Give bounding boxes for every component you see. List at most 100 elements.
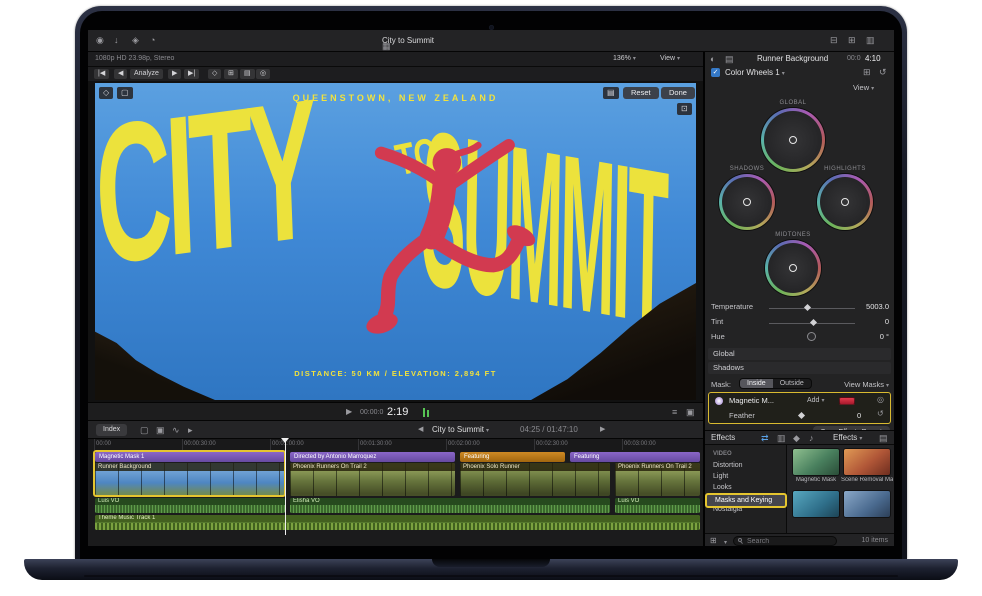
category-item[interactable]: Nostalgia xyxy=(705,504,787,515)
crop-tool-icon[interactable]: ⊞ xyxy=(224,69,238,79)
preset-icon[interactable]: ⊞ xyxy=(863,68,871,77)
expand-icon[interactable]: ⊡ xyxy=(677,103,692,115)
reset-effect-icon[interactable]: ↺ xyxy=(879,68,887,77)
clip-appearance-icon[interactable]: ▢ xyxy=(140,426,149,435)
audio-browser-icon[interactable]: ♪ xyxy=(809,434,814,443)
project-title-group[interactable]: ▦ City to Summit xyxy=(328,36,488,45)
connected-clip-magnetic-mask[interactable]: Magnetic Mask 1 xyxy=(95,452,285,462)
effect-enable-checkbox[interactable]: ✓ xyxy=(711,68,720,77)
append-clip-icon[interactable]: ◆ xyxy=(793,434,800,443)
next-project-icon[interactable]: ▶ xyxy=(600,426,605,433)
audio-clip[interactable]: Luis VO xyxy=(615,498,700,513)
title-clip[interactable]: Directed by Antonio Marroquez xyxy=(290,452,455,462)
tint-thumb[interactable] xyxy=(810,319,817,326)
timeline-project-menu[interactable]: City to Summit▾ xyxy=(432,425,489,434)
transform-tool-icon[interactable]: ▤ xyxy=(240,69,255,79)
mask-visibility-icon[interactable]: ◎ xyxy=(877,396,884,404)
timeline-ruler[interactable]: 00:00 00:00:30:00 00:01:00:00 00:01:30:0… xyxy=(88,438,703,450)
audio-clip[interactable]: Luis VO xyxy=(95,498,285,513)
viewer-tools-bar: |◀ ◀ Analyze ▶ ▶| ◇ ⊞ ▤ ◎ xyxy=(88,67,703,81)
clip-label: Luis VO xyxy=(95,498,285,505)
insert-clip-icon[interactable]: ▥ xyxy=(777,434,786,443)
play-button[interactable]: ▶ xyxy=(168,69,181,79)
color-inspector-icon[interactable]: ◐ xyxy=(710,55,715,64)
audio-meters-icon[interactable]: ≡ xyxy=(672,408,677,417)
prev-frame-button[interactable]: ◀ xyxy=(114,69,127,79)
brush-tool-icon[interactable]: ▢ xyxy=(117,87,133,99)
title-clip[interactable]: Featuring xyxy=(460,452,565,462)
music-clip[interactable]: Theme Music Track 1 xyxy=(95,515,700,530)
category-header: VIDEO xyxy=(705,449,787,460)
media-browser-icon[interactable]: ▤ xyxy=(879,434,888,443)
video-clip[interactable]: Phoenix Runners On Trail 2 xyxy=(290,463,455,496)
view-masks-menu[interactable]: View Masks▾ xyxy=(844,380,889,389)
inspector-timecode-prefix: 00:0 xyxy=(847,55,861,62)
wheel-view-menu[interactable]: View▾ xyxy=(853,83,874,92)
video-canvas[interactable]: QUEENSTOWN, NEW ZEALAND CITY TO SUMMIT xyxy=(95,83,696,400)
background-tasks-icon[interactable]: ◔ xyxy=(150,36,155,45)
timeline-toggle-icon[interactable]: ⊞ xyxy=(848,36,856,45)
done-button[interactable]: Done xyxy=(661,87,695,99)
view-menu[interactable]: View▾ xyxy=(660,55,680,62)
effect-thumbnail-scene-removal[interactable] xyxy=(844,449,890,475)
download-icon[interactable]: ↓ xyxy=(114,36,119,45)
shadows-color-wheel[interactable] xyxy=(719,174,775,230)
mask-outside-option[interactable]: Outside xyxy=(773,379,811,388)
effects-tab[interactable]: Effects▾ xyxy=(833,433,862,442)
skip-start-button[interactable]: |◀ xyxy=(94,69,109,79)
category-item[interactable]: Looks xyxy=(705,482,787,493)
effect-thumbnail-magnetic-mask[interactable] xyxy=(793,449,839,475)
mask-color-swatch[interactable] xyxy=(839,397,855,405)
category-item[interactable]: Distortion xyxy=(705,460,787,471)
feather-thumb[interactable] xyxy=(798,412,805,419)
snapshot-icon[interactable]: ▤ xyxy=(603,87,619,99)
category-item[interactable]: Light xyxy=(705,471,787,482)
connect-clip-icon[interactable]: ⇄ xyxy=(761,434,769,443)
overlay-tool-icon[interactable]: ◎ xyxy=(256,69,270,79)
video-clip[interactable]: Phoenix Solo Runner xyxy=(460,463,610,496)
effect-name-menu[interactable]: Color Wheels 1▾ xyxy=(725,68,785,77)
draw-mask-tool-icon[interactable]: ◇ xyxy=(99,87,113,99)
tools-menu-icon[interactable]: ▸ xyxy=(188,426,193,435)
mask-add-menu[interactable]: Add▾ xyxy=(807,397,824,404)
index-button[interactable]: Index xyxy=(96,424,127,436)
prev-project-icon[interactable]: ◀ xyxy=(418,426,423,433)
keywords-icon[interactable]: ◈ xyxy=(132,36,139,45)
browser-toggle-icon[interactable]: ⊟ xyxy=(830,36,838,45)
media-import-icon[interactable]: ◉ xyxy=(96,36,104,45)
title-clip[interactable]: Featuring xyxy=(570,452,700,462)
hue-dial[interactable] xyxy=(807,332,816,341)
effects-search-input[interactable] xyxy=(733,536,837,546)
waveform-icon[interactable]: ∿ xyxy=(172,426,180,435)
feather-reset-icon[interactable]: ↺ xyxy=(877,410,884,418)
zoom-menu[interactable]: 136%▾ xyxy=(613,55,636,62)
chevron-down-icon: ▾ xyxy=(724,539,727,546)
effect-thumbnail[interactable] xyxy=(793,491,839,517)
skip-end-button[interactable]: ▶| xyxy=(184,69,199,79)
effect-thumbnail[interactable] xyxy=(844,491,890,517)
thumbnail-size-icon[interactable]: ⊞ xyxy=(710,537,717,545)
video-clip[interactable]: Runner Background xyxy=(95,463,285,496)
mask-inside-option[interactable]: Inside xyxy=(740,379,773,388)
play-icon[interactable]: ▶ xyxy=(346,408,352,416)
global-color-wheel[interactable] xyxy=(761,108,825,172)
mask-shape-tool-icon[interactable]: ◇ xyxy=(208,69,221,79)
temperature-slider[interactable] xyxy=(769,308,855,309)
fullscreen-icon[interactable]: ▣ xyxy=(686,408,695,417)
video-inspector-icon[interactable]: ▤ xyxy=(725,55,734,64)
temperature-thumb[interactable] xyxy=(804,304,811,311)
audio-clip[interactable]: Elisha VO xyxy=(290,498,610,513)
selected-mask-group[interactable]: Magnetic M... Add▾ ◎ Feather 0 ↺ xyxy=(708,392,891,424)
analyze-button[interactable]: Analyze xyxy=(130,69,163,79)
global-group-row[interactable]: Global xyxy=(708,348,891,360)
shadows-group-row[interactable]: Shadows xyxy=(708,362,891,374)
mask-inside-outside-segment[interactable]: Inside Outside xyxy=(739,378,812,389)
video-clip[interactable]: Phoenix Runners On Trail 2 xyxy=(615,463,700,496)
highlights-color-wheel[interactable] xyxy=(817,174,873,230)
midtones-color-wheel[interactable] xyxy=(765,240,821,296)
audio-meter-left xyxy=(423,408,425,417)
playhead[interactable] xyxy=(285,438,286,535)
inspector-toggle-icon[interactable]: ▥ xyxy=(866,36,875,45)
reset-button[interactable]: Reset xyxy=(623,87,659,99)
clip-filmstrip-icon[interactable]: ▣ xyxy=(156,426,165,435)
